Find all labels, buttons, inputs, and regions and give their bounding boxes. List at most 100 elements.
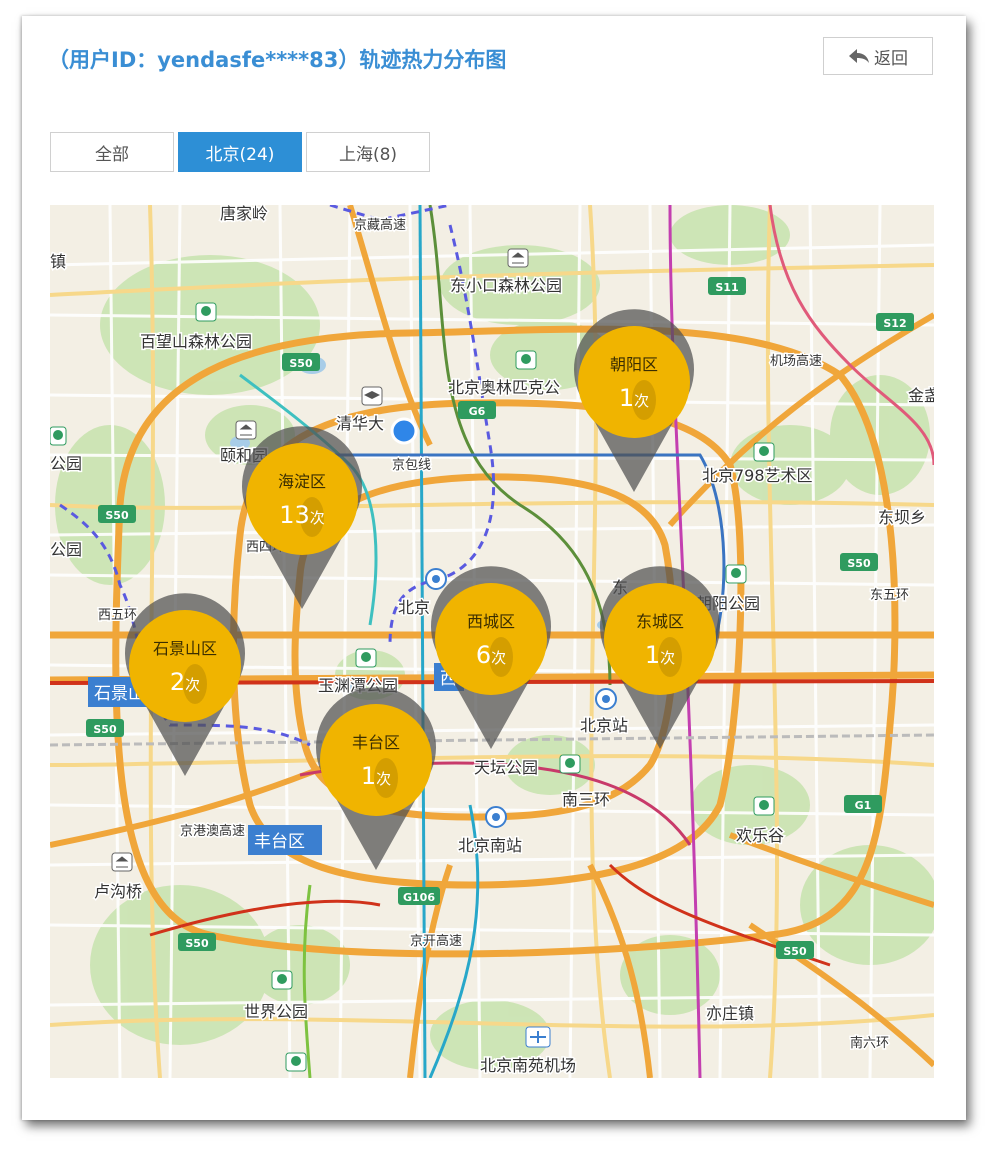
shield-s50: S50 — [86, 719, 124, 737]
tab-beijing[interactable]: 北京(24) — [178, 132, 302, 172]
svg-text:S50: S50 — [105, 509, 129, 522]
pin-circle — [129, 610, 241, 722]
svg-text:G6: G6 — [469, 405, 486, 418]
back-button-label: 返回 — [874, 48, 908, 69]
place-label: 北京798艺术区 — [702, 466, 813, 485]
pin-district-name: 海淀区 — [278, 472, 326, 491]
place-label: 金盏 — [908, 386, 934, 405]
page-title: （用户ID：yendasfe****83）轨迹热力分布图 — [48, 48, 507, 72]
road-label: 京藏高速 — [354, 217, 406, 233]
place-label: 欢乐谷 — [736, 826, 784, 845]
svg-text:S12: S12 — [883, 317, 906, 330]
pin-district-name: 东城区 — [636, 612, 684, 631]
park-icon — [559, 754, 581, 774]
park-icon — [50, 426, 67, 446]
shield-s11: S11 — [708, 277, 746, 295]
shield-s50: S50 — [776, 941, 814, 959]
pin-district-name: 西城区 — [467, 612, 515, 631]
road-label: 南六环 — [850, 1035, 889, 1051]
place-label: 清华大 — [336, 414, 384, 433]
museum-icon — [507, 248, 529, 268]
place-label: 亦庄镇 — [706, 1004, 754, 1023]
place-label: 北京 — [398, 598, 430, 617]
district-pin[interactable]: 石景山区2次 — [125, 593, 246, 776]
place-label: 北京奥林匹克公 — [448, 378, 560, 397]
park-icon — [753, 442, 775, 462]
park-icon — [271, 970, 293, 990]
svg-text:S50: S50 — [185, 937, 209, 950]
road-label: 京包线 — [392, 458, 431, 473]
train-station-icon — [595, 688, 617, 710]
place-label: 公园 — [50, 454, 82, 473]
city-tabs: 全部 北京(24) 上海(8) — [50, 132, 434, 172]
pin-district-name: 朝阳区 — [610, 355, 658, 374]
place-label: 东坝乡 — [878, 508, 926, 527]
university-icon — [361, 386, 383, 406]
district-pin[interactable]: 西城区6次 — [431, 566, 551, 749]
pin-circle — [578, 326, 690, 438]
place-label: 公园 — [50, 540, 82, 559]
tab-label: 全部 — [95, 144, 129, 165]
district-pin[interactable]: 海淀区13次 — [242, 426, 362, 609]
train-station-icon — [485, 806, 507, 828]
tab-all[interactable]: 全部 — [50, 132, 174, 172]
road-label: 京开高速 — [410, 933, 462, 949]
svg-text:S50: S50 — [783, 945, 807, 958]
tab-shanghai[interactable]: 上海(8) — [306, 132, 430, 172]
shield-s50: S50 — [178, 933, 216, 951]
park-icon — [725, 564, 747, 584]
district-pin[interactable]: 朝阳区1次 — [574, 309, 694, 492]
shield-s12: S12 — [876, 313, 914, 331]
svg-text:S50: S50 — [847, 557, 871, 570]
current-location-marker[interactable] — [390, 417, 418, 445]
place-label: 天坛公园 — [474, 758, 538, 777]
pin-circle — [604, 583, 716, 695]
shield-s50: S50 — [840, 553, 878, 571]
place-label: 百望山森林公园 — [140, 332, 252, 351]
park-icon — [515, 350, 537, 370]
shield-g1: G1 — [844, 795, 882, 813]
place-label: 卢沟桥 — [94, 882, 142, 901]
road-label: 机场高速 — [770, 353, 822, 369]
tag-fengtai: 丰台区 — [248, 825, 322, 855]
place-label: 镇 — [50, 252, 66, 271]
svg-text:S50: S50 — [289, 357, 313, 370]
museum-icon — [235, 420, 257, 440]
back-button[interactable]: 返回 — [823, 37, 933, 75]
map-canvas[interactable]: S11 S12 S50 S50 S50 S50 S50 S50 G6 G1 G1… — [50, 205, 934, 1078]
airport-icon — [525, 1026, 551, 1048]
park-icon — [195, 302, 217, 322]
shield-g6: G6 — [458, 401, 496, 419]
road-label: 京港澳高速 — [180, 823, 245, 839]
place-label: 北京站 — [580, 716, 628, 735]
museum-icon — [111, 852, 133, 872]
place-label: 北京南站 — [458, 836, 522, 855]
park-icon — [355, 648, 377, 668]
park-icon — [753, 796, 775, 816]
pin-district-name: 石景山区 — [153, 639, 217, 658]
pin-circle — [320, 704, 432, 816]
svg-text:S50: S50 — [93, 723, 117, 736]
heat-map[interactable]: S11 S12 S50 S50 S50 S50 S50 S50 G6 G1 G1… — [50, 205, 934, 1078]
road-label: 东五环 — [870, 588, 909, 603]
park-icon — [285, 1052, 307, 1072]
train-station-icon — [425, 568, 447, 590]
road-label: 西五环 — [98, 608, 137, 623]
place-label: 东小口森林公园 — [450, 276, 562, 295]
tab-label: 上海(8) — [338, 144, 398, 165]
svg-text:S11: S11 — [715, 281, 738, 294]
shield-s50: S50 — [282, 353, 320, 371]
svg-text:G1: G1 — [855, 799, 872, 812]
place-label: 唐家岭 — [220, 205, 268, 223]
svg-text:G106: G106 — [403, 891, 435, 904]
tab-label: 北京(24) — [205, 144, 275, 165]
svg-text:丰台区: 丰台区 — [254, 832, 305, 852]
pin-circle — [435, 583, 547, 695]
pin-district-name: 丰台区 — [352, 733, 400, 752]
back-arrow-icon — [849, 49, 869, 63]
place-label: 世界公园 — [244, 1002, 308, 1021]
shield-g106: G106 — [398, 887, 440, 905]
place-label: 南三环 — [562, 790, 610, 809]
place-label: 北京南苑机场 — [480, 1056, 576, 1075]
shield-s50: S50 — [98, 505, 136, 523]
